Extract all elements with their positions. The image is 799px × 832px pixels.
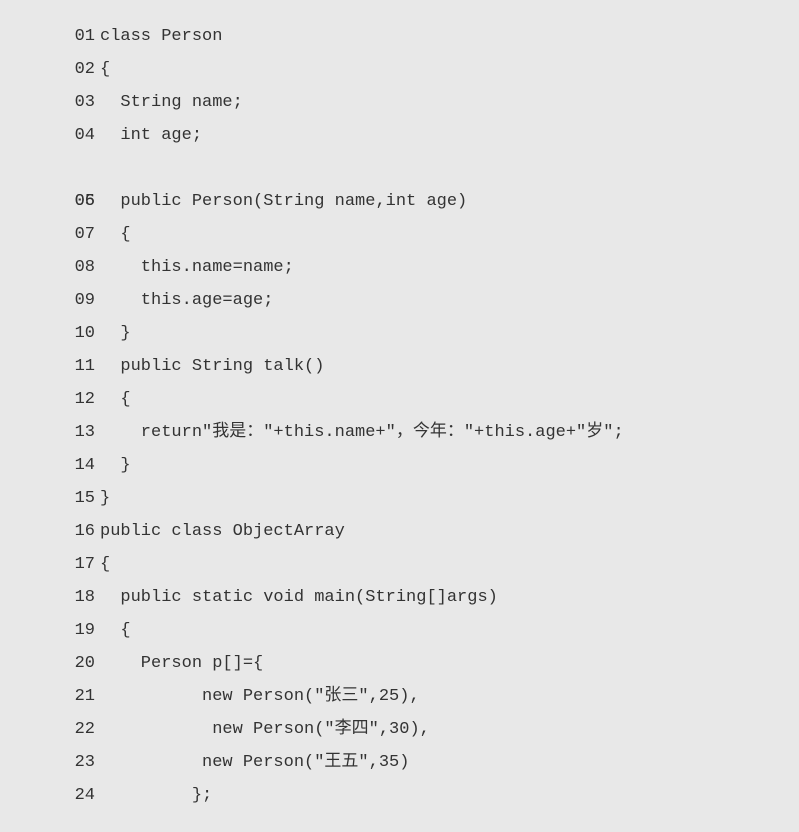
code-block: 01class Person02{03 String name;04 int a… bbox=[0, 20, 799, 812]
code-line: 23 new Person("王五",35) bbox=[100, 746, 779, 779]
code-line: 17{ bbox=[100, 548, 779, 581]
line-content: } bbox=[100, 456, 131, 475]
line-content: { bbox=[100, 621, 131, 640]
code-line: 10 } bbox=[100, 317, 779, 350]
code-line: 01class Person bbox=[100, 20, 779, 53]
line-number: 21 bbox=[65, 680, 95, 713]
code-line: 15} bbox=[100, 482, 779, 515]
line-number: 06 bbox=[65, 185, 95, 218]
line-number: 09 bbox=[65, 284, 95, 317]
line-number: 19 bbox=[65, 614, 95, 647]
line-number: 16 bbox=[65, 515, 95, 548]
line-content: { bbox=[100, 60, 110, 79]
line-number: 04 bbox=[65, 119, 95, 152]
line-number: 12 bbox=[65, 383, 95, 416]
code-line: 12 { bbox=[100, 383, 779, 416]
code-line: 22 new Person("李四",30), bbox=[100, 713, 779, 746]
line-number: 08 bbox=[65, 251, 95, 284]
code-line: 03 String name; bbox=[100, 86, 779, 119]
line-content: { bbox=[100, 390, 131, 409]
line-number: 02 bbox=[65, 53, 95, 86]
line-number: 15 bbox=[65, 482, 95, 515]
code-line: 09 this.age=age; bbox=[100, 284, 779, 317]
line-content: } bbox=[100, 324, 131, 343]
line-number: 20 bbox=[65, 647, 95, 680]
line-number: 18 bbox=[65, 581, 95, 614]
code-line: 19 { bbox=[100, 614, 779, 647]
code-line: 06 public Person(String name,int age) bbox=[100, 185, 779, 218]
line-content: this.name=name; bbox=[100, 258, 294, 277]
line-content: int age; bbox=[100, 126, 202, 145]
code-line: 16public class ObjectArray bbox=[100, 515, 779, 548]
code-line: 07 { bbox=[100, 218, 779, 251]
line-number: 14 bbox=[65, 449, 95, 482]
line-content: new Person("王五",35) bbox=[100, 753, 409, 772]
line-content: class Person bbox=[100, 27, 222, 46]
line-content: }; bbox=[100, 786, 212, 805]
line-number: 17 bbox=[65, 548, 95, 581]
line-number: 01 bbox=[65, 20, 95, 53]
code-line: 24 }; bbox=[100, 779, 779, 812]
line-content: public String talk() bbox=[100, 357, 324, 376]
code-line: 14 } bbox=[100, 449, 779, 482]
code-line: 02{ bbox=[100, 53, 779, 86]
line-content: return"我是："+this.name+"，今年："+this.age+"岁… bbox=[100, 423, 624, 442]
code-line: 11 public String talk() bbox=[100, 350, 779, 383]
line-content: { bbox=[100, 555, 110, 574]
code-line: 04 int age; bbox=[100, 119, 779, 152]
line-number: 22 bbox=[65, 713, 95, 746]
line-content: public static void main(String[]args) bbox=[100, 588, 498, 607]
code-line: 20 Person p[]={ bbox=[100, 647, 779, 680]
line-content: } bbox=[100, 489, 110, 508]
code-line: 13 return"我是："+this.name+"，今年："+this.age… bbox=[100, 416, 779, 449]
line-content: new Person("张三",25), bbox=[100, 687, 420, 706]
line-content: public class ObjectArray bbox=[100, 522, 345, 541]
line-content: new Person("李四",30), bbox=[100, 720, 430, 739]
line-number: 07 bbox=[65, 218, 95, 251]
line-number: 03 bbox=[65, 86, 95, 119]
line-number: 13 bbox=[65, 416, 95, 449]
code-line bbox=[100, 152, 779, 185]
line-number: 23 bbox=[65, 746, 95, 779]
line-content: String name; bbox=[100, 93, 243, 112]
line-number: 11 bbox=[65, 350, 95, 383]
line-number: 24 bbox=[65, 779, 95, 812]
code-line: 21 new Person("张三",25), bbox=[100, 680, 779, 713]
line-number: 10 bbox=[65, 317, 95, 350]
code-line: 18 public static void main(String[]args) bbox=[100, 581, 779, 614]
code-line: 08 this.name=name; bbox=[100, 251, 779, 284]
line-content: public Person(String name,int age) bbox=[100, 192, 467, 211]
line-content: this.age=age; bbox=[100, 291, 273, 310]
line-content: { bbox=[100, 225, 131, 244]
line-content: Person p[]={ bbox=[100, 654, 263, 673]
